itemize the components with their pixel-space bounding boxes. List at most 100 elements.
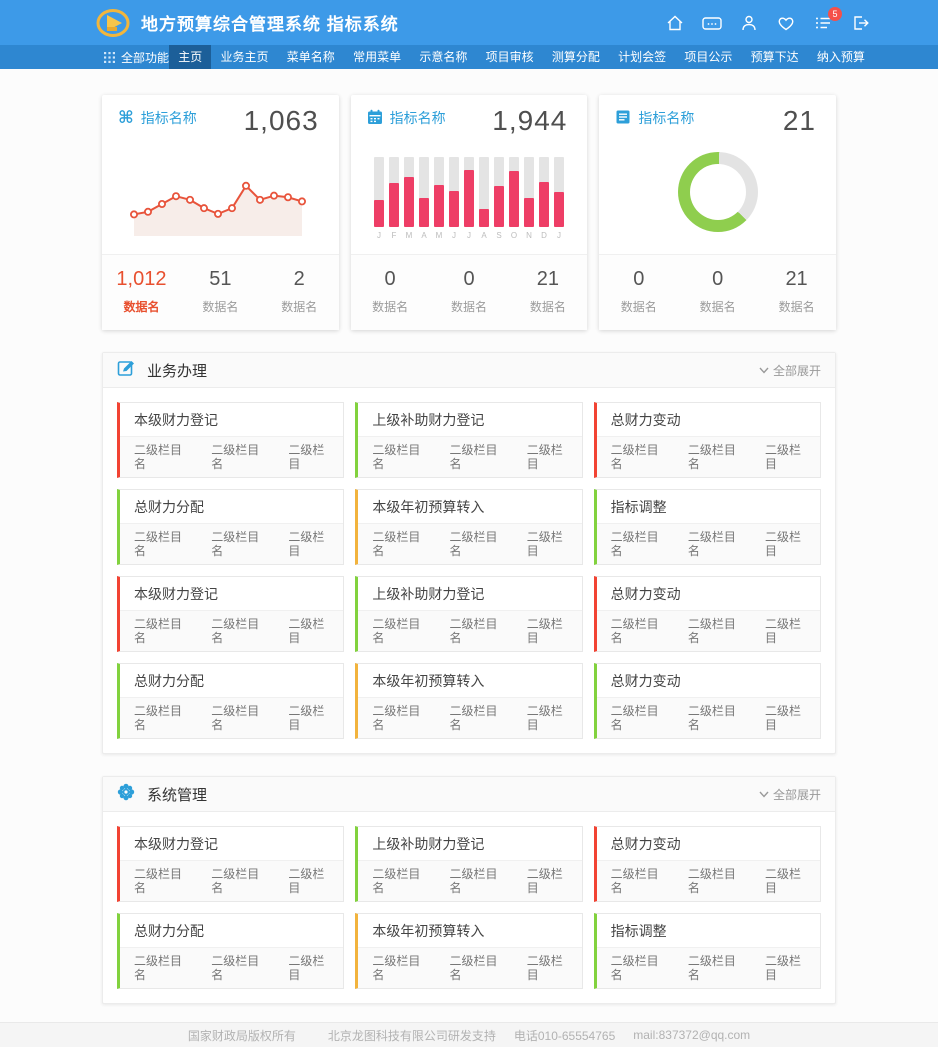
card-link[interactable]: 二级栏目名 xyxy=(688,617,739,645)
card-link[interactable]: 二级栏目名 xyxy=(688,443,739,471)
business-card[interactable]: 本级年初预算转入二级栏目名二级栏目名二级栏目 xyxy=(355,489,582,565)
bar-track xyxy=(374,157,384,227)
stat-footer-item: 0数据名 xyxy=(599,268,678,315)
card-link[interactable]: 二级栏目名 xyxy=(211,867,262,895)
nav-item-项目公示[interactable]: 项目公示 xyxy=(675,45,741,69)
card-link[interactable]: 二级栏目名 xyxy=(134,617,185,645)
card-link[interactable]: 二级栏目名 xyxy=(450,954,501,982)
business-card[interactable]: 总财力变动二级栏目名二级栏目名二级栏目 xyxy=(594,402,821,478)
nav-item-测算分配[interactable]: 测算分配 xyxy=(543,45,609,69)
nav-item-菜单名称[interactable]: 菜单名称 xyxy=(278,45,344,69)
card-link[interactable]: 二级栏目名 xyxy=(372,867,423,895)
business-card[interactable]: 上级补助财力登记二级栏目名二级栏目名二级栏目 xyxy=(355,576,582,652)
stat-footer-value: 2 xyxy=(260,268,339,291)
card-link[interactable]: 二级栏目 xyxy=(288,443,329,471)
business-card[interactable]: 总财力分配二级栏目名二级栏目名二级栏目 xyxy=(117,913,344,989)
card-link[interactable]: 二级栏目 xyxy=(527,954,568,982)
logout-icon[interactable] xyxy=(848,11,872,35)
nav-all-functions[interactable]: 全部功能 xyxy=(104,49,169,66)
card-link[interactable]: 二级栏目名 xyxy=(688,704,739,732)
card-link[interactable]: 二级栏目名 xyxy=(211,704,262,732)
business-card-links: 二级栏目名二级栏目名二级栏目 xyxy=(120,697,343,738)
card-link[interactable]: 二级栏目 xyxy=(288,617,329,645)
nav-item-项目审核[interactable]: 项目审核 xyxy=(477,45,543,69)
card-link[interactable]: 二级栏目 xyxy=(288,867,329,895)
card-link[interactable]: 二级栏目名 xyxy=(211,530,262,558)
nav-item-预算下达[interactable]: 预算下达 xyxy=(742,45,808,69)
list-icon[interactable]: 5 xyxy=(811,11,835,35)
card-link[interactable]: 二级栏目名 xyxy=(611,704,662,732)
card-link[interactable]: 二级栏目名 xyxy=(450,704,501,732)
card-link[interactable]: 二级栏目名 xyxy=(134,704,185,732)
business-card[interactable]: 指标调整二级栏目名二级栏目名二级栏目 xyxy=(594,489,821,565)
card-link[interactable]: 二级栏目 xyxy=(288,954,329,982)
card-icon[interactable] xyxy=(700,11,724,35)
nav-item-主页[interactable]: 主页 xyxy=(169,45,211,69)
card-link[interactable]: 二级栏目名 xyxy=(611,954,662,982)
card-link[interactable]: 二级栏目名 xyxy=(134,954,185,982)
card-link[interactable]: 二级栏目 xyxy=(765,954,806,982)
card-link[interactable]: 二级栏目 xyxy=(765,617,806,645)
card-link[interactable]: 二级栏目名 xyxy=(450,443,501,471)
card-link[interactable]: 二级栏目名 xyxy=(450,867,501,895)
business-card[interactable]: 上级补助财力登记二级栏目名二级栏目名二级栏目 xyxy=(355,826,582,902)
business-card[interactable]: 本级年初预算转入二级栏目名二级栏目名二级栏目 xyxy=(355,663,582,739)
card-link[interactable]: 二级栏目名 xyxy=(134,443,185,471)
business-card[interactable]: 总财力分配二级栏目名二级栏目名二级栏目 xyxy=(117,663,344,739)
card-link[interactable]: 二级栏目 xyxy=(765,867,806,895)
card-link[interactable]: 二级栏目名 xyxy=(611,443,662,471)
business-card[interactable]: 总财力变动二级栏目名二级栏目名二级栏目 xyxy=(594,576,821,652)
user-icon[interactable] xyxy=(737,11,761,35)
card-link[interactable]: 二级栏目名 xyxy=(688,530,739,558)
card-link[interactable]: 二级栏目 xyxy=(527,617,568,645)
card-link[interactable]: 二级栏目名 xyxy=(688,867,739,895)
nav-item-常用菜单[interactable]: 常用菜单 xyxy=(344,45,410,69)
card-link[interactable]: 二级栏目名 xyxy=(211,954,262,982)
card-link[interactable]: 二级栏目名 xyxy=(372,954,423,982)
expand-all-button[interactable]: 全部展开 xyxy=(759,362,821,379)
card-link[interactable]: 二级栏目名 xyxy=(134,867,185,895)
card-link[interactable]: 二级栏目 xyxy=(288,530,329,558)
card-link[interactable]: 二级栏目 xyxy=(527,443,568,471)
business-card-links: 二级栏目名二级栏目名二级栏目 xyxy=(597,697,820,738)
business-card[interactable]: 本级财力登记二级栏目名二级栏目名二级栏目 xyxy=(117,576,344,652)
bar-label: N xyxy=(524,231,534,240)
card-link[interactable]: 二级栏目名 xyxy=(611,530,662,558)
heart-icon[interactable] xyxy=(774,11,798,35)
card-link[interactable]: 二级栏目 xyxy=(527,530,568,558)
business-card[interactable]: 本级财力登记二级栏目名二级栏目名二级栏目 xyxy=(117,402,344,478)
card-link[interactable]: 二级栏目名 xyxy=(211,617,262,645)
business-card[interactable]: 本级财力登记二级栏目名二级栏目名二级栏目 xyxy=(117,826,344,902)
stat-footer-item: 0数据名 xyxy=(678,268,757,315)
card-link[interactable]: 二级栏目名 xyxy=(372,617,423,645)
expand-all-button[interactable]: 全部展开 xyxy=(759,786,821,803)
home-icon[interactable] xyxy=(663,11,687,35)
business-card[interactable]: 上级补助财力登记二级栏目名二级栏目名二级栏目 xyxy=(355,402,582,478)
card-link[interactable]: 二级栏目 xyxy=(527,704,568,732)
card-link[interactable]: 二级栏目 xyxy=(765,704,806,732)
business-card[interactable]: 总财力变动二级栏目名二级栏目名二级栏目 xyxy=(594,663,821,739)
card-link[interactable]: 二级栏目名 xyxy=(372,530,423,558)
card-link[interactable]: 二级栏目名 xyxy=(611,617,662,645)
card-link[interactable]: 二级栏目名 xyxy=(611,867,662,895)
nav-item-计划会签[interactable]: 计划会签 xyxy=(609,45,675,69)
nav-item-纳入预算[interactable]: 纳入预算 xyxy=(808,45,874,69)
card-link[interactable]: 二级栏目名 xyxy=(134,530,185,558)
card-link[interactable]: 二级栏目名 xyxy=(372,443,423,471)
card-link[interactable]: 二级栏目名 xyxy=(450,530,501,558)
nav-item-示意名称[interactable]: 示意名称 xyxy=(410,45,476,69)
business-card[interactable]: 指标调整二级栏目名二级栏目名二级栏目 xyxy=(594,913,821,989)
card-link[interactable]: 二级栏目 xyxy=(765,443,806,471)
card-link[interactable]: 二级栏目 xyxy=(288,704,329,732)
business-card[interactable]: 本级年初预算转入二级栏目名二级栏目名二级栏目 xyxy=(355,913,582,989)
card-link[interactable]: 二级栏目名 xyxy=(450,617,501,645)
card-link[interactable]: 二级栏目名 xyxy=(211,443,262,471)
nav-item-业务主页[interactable]: 业务主页 xyxy=(212,45,278,69)
card-link[interactable]: 二级栏目 xyxy=(765,530,806,558)
card-link[interactable]: 二级栏目名 xyxy=(688,954,739,982)
business-card-links: 二级栏目名二级栏目名二级栏目 xyxy=(120,860,343,901)
business-card[interactable]: 总财力分配二级栏目名二级栏目名二级栏目 xyxy=(117,489,344,565)
business-card[interactable]: 总财力变动二级栏目名二级栏目名二级栏目 xyxy=(594,826,821,902)
card-link[interactable]: 二级栏目 xyxy=(527,867,568,895)
card-link[interactable]: 二级栏目名 xyxy=(372,704,423,732)
